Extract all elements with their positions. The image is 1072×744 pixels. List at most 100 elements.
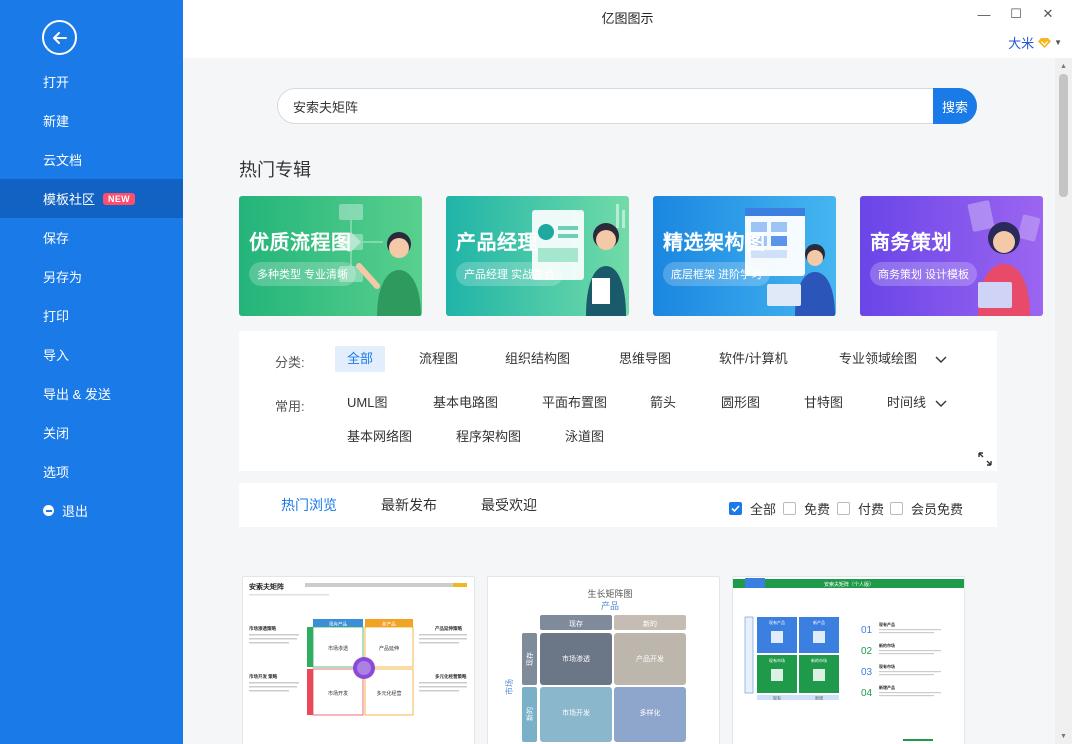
filter-all-checkbox[interactable]: 全部 (729, 499, 776, 518)
template-subtitle: 产品 (601, 600, 619, 611)
banner-business-planning[interactable]: 商务策划 商务策划 设计模板 (860, 196, 1043, 316)
common-swimlane[interactable]: 泳道图 (553, 424, 616, 450)
sort-tab-bar: 热门浏览 最新发布 最受欢迎 全部 免费 付费 会员免费 (239, 483, 997, 527)
matrix-cell: 多样化 (640, 708, 661, 717)
vertical-scrollbar[interactable]: ▲ ▼ (1055, 58, 1072, 744)
side-note-title: 市场开发 策略 (249, 673, 278, 680)
filter-paid-checkbox[interactable]: 付费 (837, 499, 884, 518)
sidebar-item-template-community[interactable]: 模板社区 NEW (0, 179, 183, 218)
category-mind-map[interactable]: 思维导图 (607, 346, 683, 372)
quadrant-label: 多元化经营 (376, 690, 401, 697)
banner-subtitle: 产品经理 实战集合 (456, 262, 564, 286)
common-network[interactable]: 基本网络图 (335, 424, 424, 450)
matrix-cell: 新产品 (813, 619, 825, 625)
category-all[interactable]: 全部 (335, 346, 386, 372)
sidebar-item-save-as[interactable]: 另存为 (0, 257, 183, 296)
tab-most-popular[interactable]: 最受欢迎 (481, 483, 537, 527)
common-program-arch[interactable]: 程序架构图 (444, 424, 533, 450)
sidebar-item-save[interactable]: 保存 (0, 218, 183, 257)
minimize-button[interactable]: — (968, 4, 1000, 24)
template-thumbnail: 安索夫矩阵 现有产品 新产品 市场渗透 产品延伸 市场开发 多元化经营 市场渗透… (249, 582, 467, 716)
title-bar: 亿图图示 — ☐ ✕ 大米 ▼ (183, 0, 1072, 58)
category-flowchart[interactable]: 流程图 (407, 346, 470, 372)
banner-subtitle: 底层框架 进阶学习 (663, 262, 771, 286)
close-button[interactable]: ✕ (1032, 4, 1064, 24)
banner-flowchart[interactable]: 优质流程图 多种类型 专业清晰 (239, 196, 422, 316)
product-manager-illustration (532, 204, 626, 316)
sidebar-item-options[interactable]: 选项 (0, 452, 183, 491)
filter-free-checkbox[interactable]: 免费 (783, 499, 830, 518)
search-button[interactable]: 搜索 (933, 88, 977, 124)
common-circle[interactable]: 圆形图 (709, 390, 772, 416)
back-button[interactable] (42, 20, 77, 55)
common-timeline[interactable]: 时间线 (875, 390, 938, 416)
sidebar-item-exit[interactable]: 退出 (0, 491, 183, 530)
common-uml[interactable]: UML图 (335, 390, 399, 416)
category-professional[interactable]: 专业领域绘图 (827, 346, 929, 372)
search-input[interactable] (278, 89, 933, 123)
side-label: 市场 (504, 679, 514, 695)
user-account[interactable]: 大米 ▼ (1008, 33, 1062, 52)
category-software[interactable]: 软件/计算机 (707, 346, 800, 372)
filter-member-free-checkbox[interactable]: 会员免费 (890, 499, 963, 518)
chevron-down-icon[interactable] (935, 353, 947, 365)
sidebar-item-cloud-docs[interactable]: 云文档 (0, 140, 183, 179)
banner-title: 优质流程图 (249, 232, 352, 254)
chevron-down-icon: ▼ (1054, 38, 1062, 47)
chevron-down-icon[interactable] (935, 397, 947, 409)
maximize-button[interactable]: ☐ (1000, 4, 1032, 24)
matrix-cell: 现有产品 (769, 619, 785, 625)
row-header: 新的 (525, 707, 534, 721)
tab-latest[interactable]: 最新发布 (381, 483, 437, 527)
quadrant-label: 产品延伸 (379, 645, 399, 652)
template-card-ansoff[interactable]: 安索夫矩阵 现有产品 新产品 市场渗透 产品延伸 市场开发 多元化经营 市场渗透… (242, 576, 475, 744)
scrollbar-thumb[interactable] (1059, 74, 1068, 197)
header-label: 现有产品 (329, 621, 347, 628)
template-title: 安索夫矩阵 (249, 582, 284, 591)
sidebar: 打开 新建 云文档 模板社区 NEW 保存 另存为 打印 导入 导出 & 发送 关… (0, 0, 183, 744)
template-card-growth-matrix[interactable]: 生长矩阵图 产品 现存 新的 市场 现存 新的 市场渗透 产品开发 市场开发 多… (487, 576, 720, 744)
side-note-title: 市场渗透策略 (249, 625, 276, 632)
sidebar-item-import[interactable]: 导入 (0, 335, 183, 374)
main-content: 搜索 热门专辑 优质流程图 多种类型 专业清晰 (183, 58, 1055, 744)
list-number: 03 (861, 667, 873, 678)
matrix-cell: 现有市场 (769, 657, 785, 663)
list-number: 04 (861, 688, 873, 699)
exit-icon (43, 505, 54, 516)
common-floor-plan[interactable]: 平面布置图 (530, 390, 619, 416)
common-arrow[interactable]: 箭头 (638, 390, 688, 416)
vip-diamond-icon (1038, 37, 1052, 48)
quadrant-label: 市场开发 (328, 690, 348, 697)
banner-architecture[interactable]: 精选架构图 底层框架 进阶学习 (653, 196, 836, 316)
architecture-illustration (745, 208, 835, 316)
sidebar-item-new[interactable]: 新建 (0, 101, 183, 140)
checkbox-icon (890, 502, 903, 515)
tab-hot-browse[interactable]: 热门浏览 (281, 483, 337, 527)
sidebar-item-open[interactable]: 打开 (0, 62, 183, 101)
banner-title: 产品经理 (456, 232, 538, 254)
template-thumbnail: 安索夫矩阵（个人版） 现有产品 新产品 现有市场 新的市场 现有 新增 01 现… (733, 578, 964, 741)
category-org-chart[interactable]: 组织结构图 (493, 346, 582, 372)
user-name: 大米 (1008, 36, 1035, 51)
expand-icon[interactable] (977, 451, 993, 467)
sidebar-item-export-send[interactable]: 导出 & 发送 (0, 374, 183, 413)
flowchart-illustration (339, 204, 421, 316)
scroll-down-icon[interactable]: ▼ (1055, 728, 1072, 744)
list-title: 新增产品 (879, 684, 895, 690)
template-card-ansoff-personal[interactable]: 安索夫矩阵（个人版） 现有产品 新产品 现有市场 新的市场 现有 新增 01 现… (732, 576, 965, 744)
side-note-title: 多元化经营策略 (435, 673, 467, 680)
list-number: 02 (861, 646, 873, 657)
common-gantt[interactable]: 甘特图 (792, 390, 855, 416)
header-label: 新产品 (382, 621, 396, 628)
side-note-title: 产品延伸策略 (435, 625, 462, 632)
template-title: 安索夫矩阵（个人版） (824, 581, 874, 588)
scroll-up-icon[interactable]: ▲ (1055, 58, 1072, 74)
common-circuit[interactable]: 基本电路图 (421, 390, 510, 416)
sidebar-item-print[interactable]: 打印 (0, 296, 183, 335)
category-label: 分类: (275, 355, 305, 370)
template-title: 生长矩阵图 (587, 588, 632, 599)
sidebar-item-close[interactable]: 关闭 (0, 413, 183, 452)
banner-product-manager[interactable]: 产品经理 产品经理 实战集合 (446, 196, 629, 316)
window-title: 亿图图示 (601, 11, 654, 26)
hot-albums-title: 热门专辑 (239, 160, 311, 180)
